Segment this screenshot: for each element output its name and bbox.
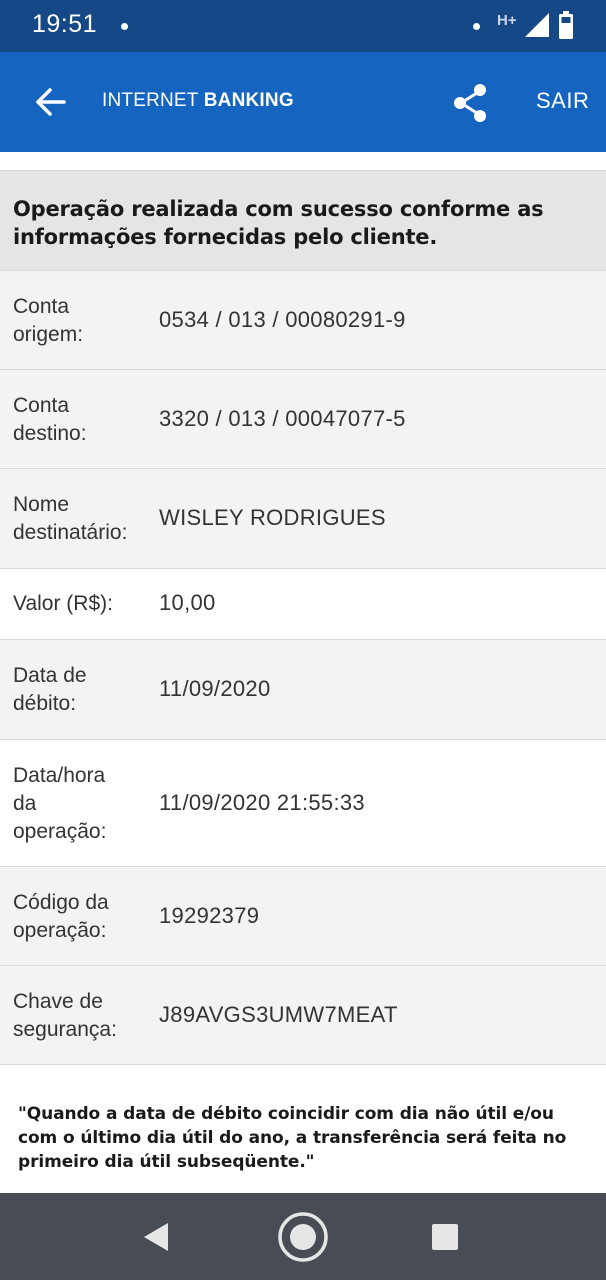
detail-value: 19292379 xyxy=(159,903,260,928)
detail-label: Conta destino: xyxy=(13,394,87,445)
detail-row-chave: Chave de segurança: J89AVGS3UMW7MEAT xyxy=(0,965,606,1065)
status-bar: 19:51 H+ xyxy=(0,0,606,52)
detail-value: 11/09/2020 xyxy=(159,676,271,701)
arrow-left-icon xyxy=(36,88,66,116)
detail-row-codigo: Código da operação: 19292379 xyxy=(0,866,606,965)
status-dot-icon xyxy=(473,23,480,30)
back-button[interactable] xyxy=(24,78,76,130)
network-type: H+ xyxy=(497,12,517,29)
detail-value: 3320 / 013 / 00047077-5 xyxy=(159,406,406,431)
system-nav-bar xyxy=(0,1193,606,1280)
detail-value: 0534 / 013 / 00080291-9 xyxy=(159,307,406,332)
success-banner: Operação realizada com sucesso conforme … xyxy=(0,170,606,270)
detail-value: J89AVGS3UMW7MEAT xyxy=(159,1002,398,1027)
detail-label: Data de débito: xyxy=(13,664,87,715)
detail-label: Nome destinatário: xyxy=(13,493,128,544)
triangle-back-icon[interactable] xyxy=(140,1221,172,1253)
share-button[interactable] xyxy=(448,80,494,126)
detail-label: Conta origem: xyxy=(13,295,84,346)
detail-label: Código da operação: xyxy=(13,891,109,942)
detail-label: Data/hora da operação: xyxy=(13,764,107,843)
detail-row-conta-destino: Conta destino: 3320 / 013 / 00047077-5 xyxy=(0,369,606,468)
app-bar: INTERNET BANKING SAIR xyxy=(0,52,606,152)
detail-label: Valor (R$): xyxy=(13,592,113,615)
detail-row-nome-destinatario: Nome destinatário: WISLEY RODRIGUES xyxy=(0,468,606,568)
success-message: Operação realizada com sucesso conforme … xyxy=(13,197,544,249)
app-title: INTERNET BANKING xyxy=(102,90,294,112)
details-list: Conta origem: 0534 / 013 / 00080291-9 Co… xyxy=(0,270,606,1065)
battery-icon xyxy=(559,11,573,39)
share-icon xyxy=(454,84,486,122)
detail-value: 10,00 xyxy=(159,590,216,615)
detail-value: 11/09/2020 21:55:33 xyxy=(159,790,365,815)
detail-row-data-hora: Data/hora da operação: 11/09/2020 21:55:… xyxy=(0,739,606,866)
receipt-content: Operação realizada com sucesso conforme … xyxy=(0,170,606,1065)
notification-dot-icon xyxy=(121,23,128,30)
detail-label: Chave de segurança: xyxy=(13,990,117,1041)
app-title-bold: BANKING xyxy=(203,90,294,111)
detail-row-valor: Valor (R$): 10,00 xyxy=(0,568,606,639)
detail-row-data-debito: Data de débito: 11/09/2020 xyxy=(0,639,606,739)
detail-value: WISLEY RODRIGUES xyxy=(159,505,386,530)
detail-row-conta-origem: Conta origem: 0534 / 013 / 00080291-9 xyxy=(0,270,606,369)
transfer-notice: "Quando a data de débito coincidir com d… xyxy=(18,1104,567,1172)
status-time: 19:51 xyxy=(32,10,98,38)
circle-home-icon[interactable] xyxy=(276,1210,330,1264)
square-recents-icon[interactable] xyxy=(431,1223,459,1251)
logout-button[interactable]: SAIR xyxy=(536,88,589,114)
signal-icon xyxy=(525,13,549,37)
app-title-light: INTERNET xyxy=(102,90,204,111)
